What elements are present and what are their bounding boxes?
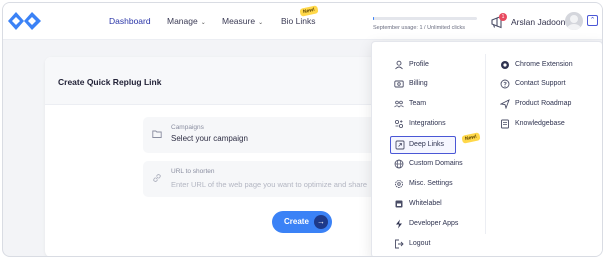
usage-progress-bar xyxy=(373,17,477,20)
menu-item-label: Billing xyxy=(409,80,428,87)
create-button-label: Create xyxy=(284,217,309,226)
replug-logo[interactable] xyxy=(8,11,42,31)
new-badge: New! xyxy=(299,5,319,17)
menu-item-label: Contact Support xyxy=(515,80,566,87)
settings-icon xyxy=(395,180,403,188)
menu-item-label: Knowledgebase xyxy=(515,120,565,127)
avatar-head xyxy=(570,15,578,23)
logout-icon xyxy=(395,239,404,249)
nav-measure[interactable]: Measure ⌄ xyxy=(222,16,263,26)
dropdown-divider xyxy=(485,54,486,234)
menu-item-label: Custom Domains xyxy=(409,160,463,167)
menu-item-label: Profile xyxy=(409,61,429,68)
nav-bio-links-label: Bio Links xyxy=(281,16,316,26)
deep-links-icon xyxy=(395,140,405,150)
menu-item-label: Developer Apps xyxy=(409,220,459,227)
card-title: Create Quick Replug Link xyxy=(58,77,162,87)
nav-measure-label: Measure xyxy=(222,16,256,26)
notification-count-badge: 1 xyxy=(499,13,507,21)
nav-bio-links[interactable]: Bio Links xyxy=(281,16,316,26)
campaign-value: Select your campaign xyxy=(171,134,248,143)
user-dropdown-menu: Profile Billing Team Integrations Deep L… xyxy=(371,41,602,256)
user-icon xyxy=(395,60,403,70)
user-name[interactable]: Arslan Jadoon xyxy=(511,17,565,27)
arrow-right-icon: → xyxy=(314,215,328,229)
create-button[interactable]: Create → xyxy=(272,211,332,233)
app-window: Dashboard Manage ⌄ Measure ⌄ Bio Links New… xyxy=(2,2,603,257)
billing-icon xyxy=(394,80,404,88)
link-icon xyxy=(153,174,161,182)
folder-icon xyxy=(152,130,162,138)
chevron-up-icon[interactable]: ⌃ xyxy=(587,15,598,26)
menu-item-label: Product Roadmap xyxy=(515,100,572,107)
nav-manage[interactable]: Manage ⌄ xyxy=(167,16,206,26)
integrations-icon xyxy=(394,119,404,129)
menu-item-label: Team xyxy=(409,100,427,107)
menu-item-label: Misc. Settings xyxy=(409,180,453,187)
nav-dashboard[interactable]: Dashboard xyxy=(109,16,151,26)
whitelabel-icon xyxy=(395,200,403,208)
nav-dashboard-label: Dashboard xyxy=(109,16,151,26)
usage-text: September usage: 1 / Unlimited clicks xyxy=(373,25,466,31)
menu-item-label: Deep Links xyxy=(409,141,445,148)
url-label: URL to shorten xyxy=(171,168,215,175)
new-badge: New! xyxy=(461,132,481,144)
avatar-body xyxy=(567,24,581,30)
menu-item-label: Integrations xyxy=(409,120,446,127)
avatar[interactable] xyxy=(565,12,583,30)
team-icon xyxy=(394,100,404,108)
developer-icon xyxy=(396,219,402,229)
chrome-icon xyxy=(501,61,509,69)
url-input[interactable]: URL to shorten Enter URL of the web page… xyxy=(143,161,403,197)
roadmap-icon xyxy=(500,99,510,109)
usage-progress-fill xyxy=(373,17,375,20)
menu-item-label: Logout xyxy=(409,240,431,247)
support-icon xyxy=(500,79,510,89)
knowledgebase-icon xyxy=(501,119,509,129)
top-navbar: Dashboard Manage ⌄ Measure ⌄ Bio Links New… xyxy=(3,3,602,40)
globe-icon xyxy=(394,159,404,169)
campaign-select[interactable]: Campaigns Select your campaign xyxy=(143,117,403,153)
chevron-down-icon: ⌄ xyxy=(200,20,206,26)
nav-manage-label: Manage xyxy=(167,16,198,26)
url-placeholder: Enter URL of the web page you want to op… xyxy=(171,180,368,189)
menu-item-label: Chrome Extension xyxy=(515,61,573,68)
menu-item-deep-links[interactable]: Deep Links xyxy=(390,136,456,154)
chevron-down-icon: ⌄ xyxy=(258,20,264,26)
campaign-label: Campaigns xyxy=(171,124,204,131)
menu-item-label: Whitelabel xyxy=(409,200,442,207)
